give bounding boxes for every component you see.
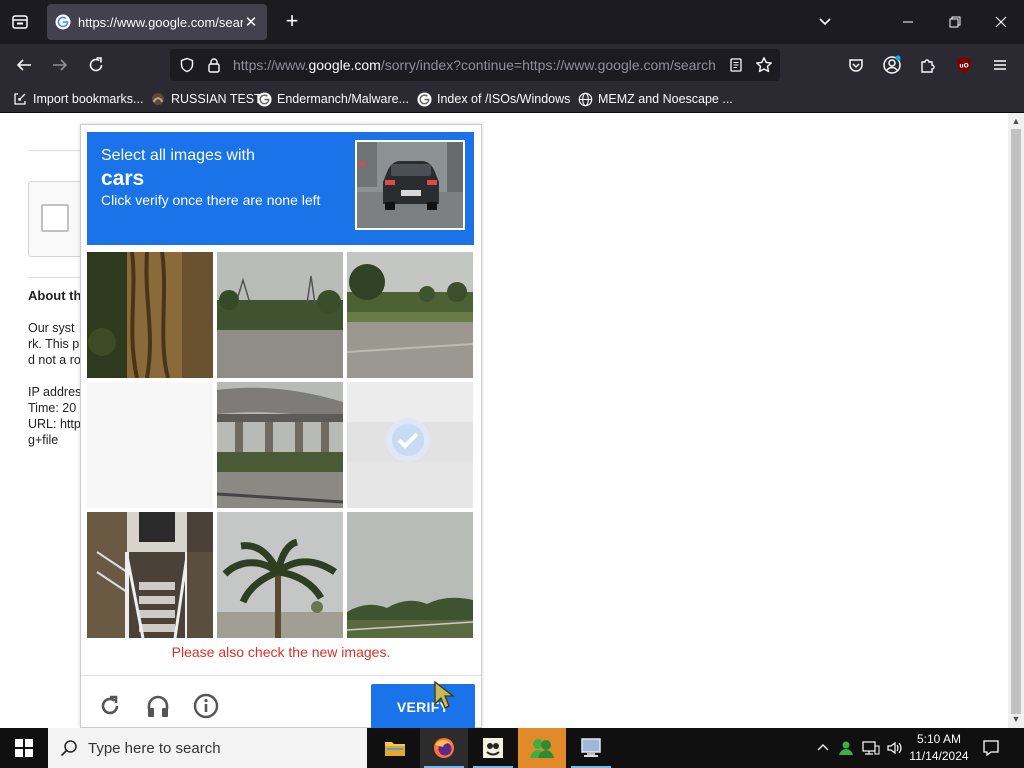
bookmark-isos-windows[interactable]: Index of /ISOs/Windows [416,90,570,108]
reader-view-icon[interactable] [726,55,746,75]
navigation-toolbar: https://www.google.com/sorry/index?conti… [0,44,1024,86]
firefox-view-icon[interactable] [8,10,32,34]
globe-icon [577,91,593,107]
bookmarks-toolbar: Import bookmarks... RUSSIAN TEST Enderma… [0,86,1024,113]
image-tile-field-trees[interactable] [347,512,473,638]
network-icon[interactable] [860,728,882,768]
image-tile-road-trees[interactable] [217,252,343,378]
image-tile-blank-loading[interactable] [87,382,213,508]
clock-date: 11/14/2024 [909,749,969,763]
info-icon[interactable] [193,693,219,719]
bookmark-russian-test[interactable]: RUSSIAN TEST [150,90,262,108]
notifications-icon[interactable] [978,728,1004,768]
users-app-icon[interactable] [518,728,566,768]
scrollbar-thumb[interactable] [1011,129,1021,714]
system-clock[interactable]: 5:10 AM 11/14/2024 [906,731,972,765]
search-icon [60,739,80,757]
image-tile-bridge[interactable] [217,382,343,508]
taskbar-search[interactable]: Type here to search [48,728,367,768]
divider [28,277,88,278]
tab-close-icon[interactable]: ✕ [243,13,259,31]
recaptcha-challenge: Select all images with cars Click verify… [80,124,482,728]
volume-icon[interactable] [884,728,906,768]
show-hidden-icons[interactable] [814,728,832,768]
challenge-header: Select all images with cars Click verify… [87,132,474,245]
svg-text:uO: uO [959,63,968,70]
about-text: Our syst rk. This p d not a ro IP addres… [28,321,82,447]
firefox-icon[interactable] [420,728,468,768]
close-window-icon[interactable] [986,8,1016,36]
bookmark-endermanch[interactable]: Endermanch/Malware... [256,90,409,108]
windows-taskbar: Type here to search 5:10 AM 11/14/2024 [0,728,1024,768]
image-grid [87,252,474,639]
file-explorer-icon[interactable] [371,728,419,768]
tab-bar: https://www.google.com/search ✕ + [0,0,1024,44]
challenge-subtext: Click verify once there are none left [101,192,321,208]
tab-title: https://www.google.com/search [78,14,243,30]
ublock-origin-icon[interactable]: uO [952,53,976,77]
image-tile-stairs-house[interactable] [87,512,213,638]
remote-desktop-icon[interactable] [567,728,615,768]
restore-icon[interactable] [940,8,970,36]
verify-button[interactable]: VERIFY [371,684,475,728]
scroll-down-icon[interactable]: ▼ [1011,714,1021,724]
scroll-up-icon[interactable]: ▲ [1011,116,1021,126]
page-content: About th Our syst rk. This p d not a ro … [0,113,1008,728]
google-icon [416,91,432,107]
site-icon [150,91,166,107]
new-tab-button[interactable]: + [280,10,304,34]
tracking-shield-icon[interactable] [177,55,197,75]
challenge-target: cars [101,167,145,190]
app-menu-icon[interactable] [988,53,1012,77]
reload-icon[interactable] [84,53,108,77]
image-tile-faded-selected[interactable] [347,382,473,508]
extensions-icon[interactable] [916,53,940,77]
clock-time: 5:10 AM [916,732,962,746]
mouse-cursor-icon [434,680,455,709]
account-icon[interactable] [880,53,904,77]
lock-icon[interactable] [204,55,224,75]
search-placeholder: Type here to search [88,739,221,757]
pocket-icon[interactable] [844,53,868,77]
address-bar[interactable]: https://www.google.com/sorry/index?conti… [170,49,780,81]
back-icon[interactable] [12,53,36,77]
not-a-robot-checkbox[interactable] [41,204,69,232]
bookmark-import[interactable]: Import bookmarks... [12,90,143,108]
people-tray-icon[interactable] [836,728,856,768]
url-text: https://www.google.com/sorry/index?conti… [233,57,716,73]
divider [28,150,88,151]
bookmark-star-icon[interactable] [754,55,774,75]
start-button[interactable] [0,728,48,768]
import-icon [12,91,28,107]
footer-divider [81,675,481,676]
error-message: Please also check the new images. [171,644,391,660]
memz-app-icon[interactable] [469,728,517,768]
bookmark-memz[interactable]: MEMZ and Noescape ... [577,90,733,108]
google-icon [55,14,71,30]
tab-google-search[interactable]: https://www.google.com/search ✕ [47,4,267,40]
image-tile-road-field[interactable] [347,252,473,378]
minimize-icon[interactable] [893,8,923,36]
image-tile-palm-tree[interactable] [217,512,343,638]
google-icon [256,91,272,107]
windows-logo-icon [15,739,33,757]
sample-car-image [355,140,465,230]
challenge-instruction: Select all images with [101,147,255,164]
forward-icon[interactable] [48,53,72,77]
image-tile-tree-trunk[interactable] [87,252,213,378]
about-heading: About th [28,288,82,303]
reload-challenge-icon[interactable] [97,693,123,719]
page-scrollbar[interactable]: ▲ ▼ [1008,113,1024,728]
list-all-tabs-icon[interactable] [814,12,836,32]
audio-challenge-icon[interactable] [145,693,171,719]
